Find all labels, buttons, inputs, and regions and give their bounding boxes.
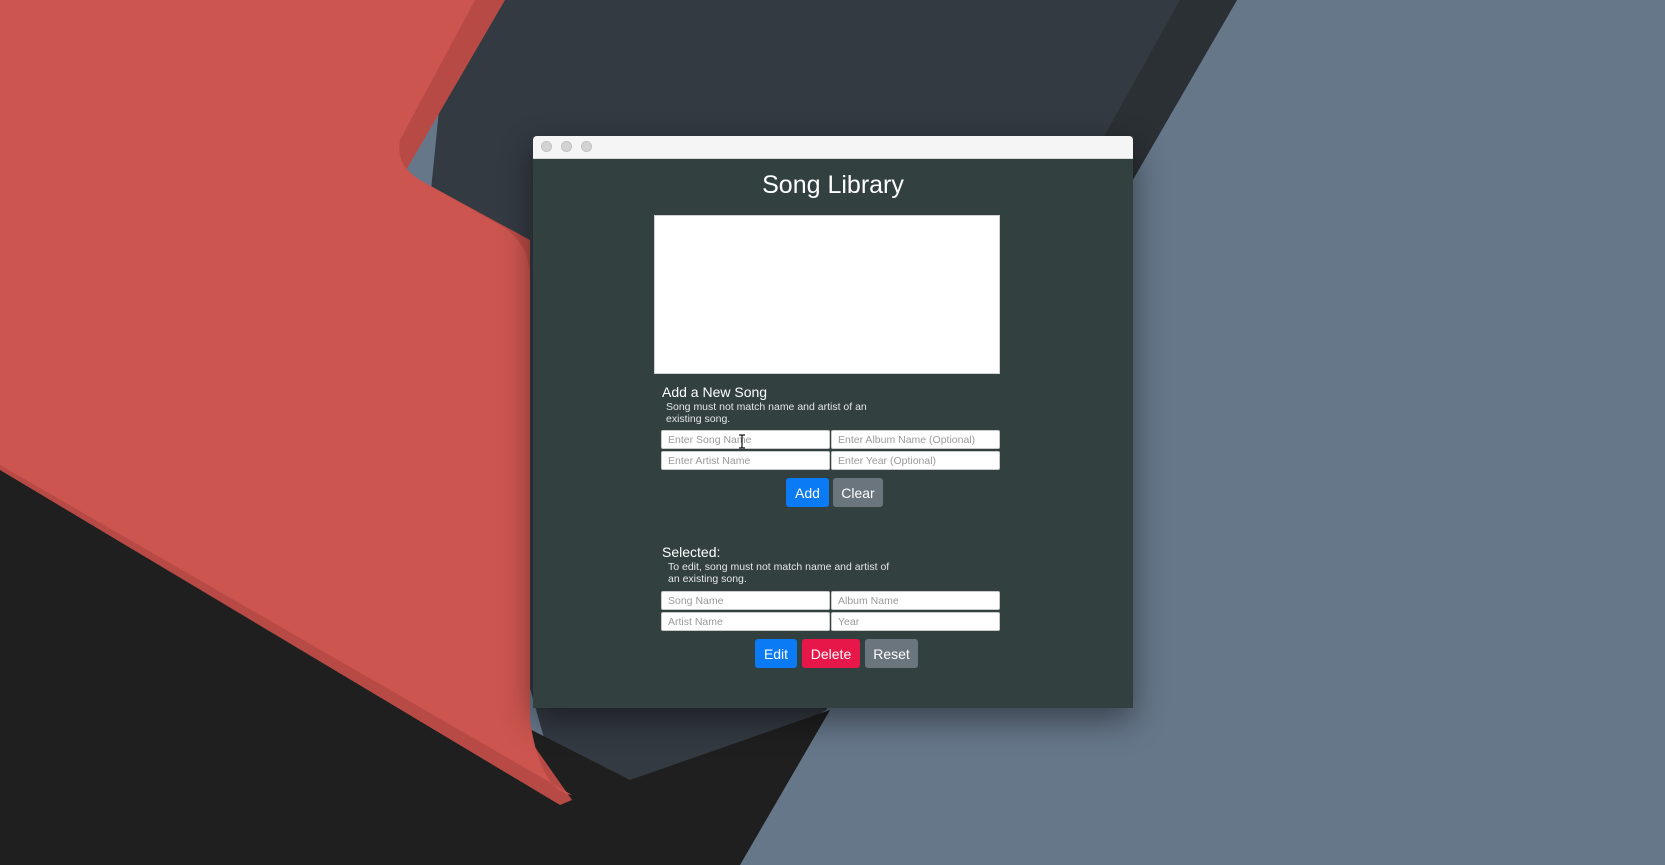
text-cursor-icon <box>739 434 745 449</box>
add-album-name-input[interactable] <box>831 430 1000 449</box>
close-icon[interactable] <box>541 141 552 152</box>
selected-album-name-input[interactable] <box>831 591 1000 610</box>
title-bar[interactable] <box>533 136 1133 159</box>
add-song-heading: Add a New Song <box>662 384 768 400</box>
app-window: Song Library Add a New Song Song must no… <box>533 136 1133 708</box>
selected-artist-name-input[interactable] <box>661 612 830 631</box>
minimize-icon[interactable] <box>561 141 572 152</box>
add-song-hint: Song must not match name and artist of a… <box>666 401 867 425</box>
song-list[interactable] <box>654 215 1000 374</box>
zoom-icon[interactable] <box>581 141 592 152</box>
selected-hint: To edit, song must not match name and ar… <box>668 561 890 585</box>
selected-year-input[interactable] <box>831 612 1000 631</box>
clear-button[interactable]: Clear <box>833 478 883 507</box>
reset-button[interactable]: Reset <box>865 639 918 668</box>
add-artist-name-input[interactable] <box>661 451 830 470</box>
selected-song-name-input[interactable] <box>661 591 830 610</box>
add-button[interactable]: Add <box>786 478 829 507</box>
selected-heading: Selected: <box>662 544 721 560</box>
page-title: Song Library <box>762 171 904 199</box>
delete-button[interactable]: Delete <box>802 639 860 668</box>
add-year-input[interactable] <box>831 451 1000 470</box>
edit-button[interactable]: Edit <box>755 639 797 668</box>
